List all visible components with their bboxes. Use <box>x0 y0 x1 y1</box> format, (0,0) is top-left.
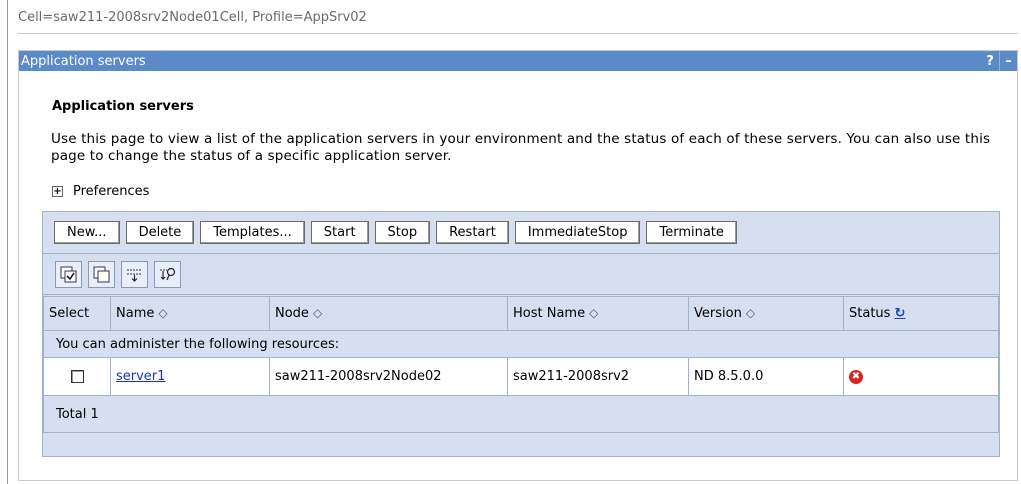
templates-button[interactable]: Templates... <box>200 221 305 244</box>
collection-panel: New... Delete Templates... Start Stop Re… <box>42 211 1000 457</box>
expand-icon[interactable]: + <box>52 186 63 197</box>
sort-icon[interactable]: ◇ <box>158 306 167 320</box>
table-row: server1 saw211-2008srv2Node02 saw211-200… <box>43 357 999 396</box>
server-link[interactable]: server1 <box>116 369 165 384</box>
divider <box>18 33 1018 34</box>
stop-button[interactable]: Stop <box>374 221 431 244</box>
frame-border <box>7 0 8 484</box>
select-cell <box>43 357 111 396</box>
immediate-stop-button[interactable]: ImmediateStop <box>514 221 641 244</box>
new-button[interactable]: New... <box>54 221 120 244</box>
sort-icon[interactable]: ◇ <box>589 306 598 320</box>
name-cell: server1 <box>110 357 270 396</box>
deselect-all-icon[interactable] <box>88 261 115 288</box>
start-button[interactable]: Start <box>310 221 369 244</box>
page-description: Use this page to view a list of the appl… <box>51 131 991 164</box>
help-icon[interactable]: ? <box>981 51 999 71</box>
show-filter-icon[interactable] <box>121 261 148 288</box>
breadcrumb: Cell=saw211-2008srv2Node01Cell, Profile=… <box>18 10 367 25</box>
column-header-name[interactable]: Name ◇ <box>110 296 270 331</box>
preferences-label[interactable]: Preferences <box>73 184 149 199</box>
row-checkbox[interactable] <box>70 370 84 383</box>
node-cell: saw211-2008srv2Node02 <box>269 357 508 396</box>
preferences-toggle[interactable]: + Preferences <box>52 184 149 199</box>
table-message-row: You can administer the following resourc… <box>43 330 999 358</box>
status-cell: ✖ <box>843 357 999 396</box>
sort-icon[interactable]: ◇ <box>746 306 755 320</box>
page-title: Application servers <box>52 99 194 114</box>
icon-toolbar <box>43 255 999 295</box>
host-cell: saw211-2008srv2 <box>507 357 689 396</box>
table-footer-row: Total 1 <box>43 395 999 433</box>
restart-button[interactable]: Restart <box>436 221 509 244</box>
column-header-node[interactable]: Node ◇ <box>269 296 508 331</box>
button-toolbar: New... Delete Templates... Start Stop Re… <box>43 212 999 254</box>
select-all-icon[interactable] <box>55 261 82 288</box>
stopped-status-icon: ✖ <box>849 369 863 384</box>
servers-table: Select Name ◇ Node ◇ Host Name ◇ Version ◇ S… <box>43 296 999 433</box>
column-header-select: Select <box>43 296 111 331</box>
table-message: You can administer the following resourc… <box>43 330 999 358</box>
portlet-title: Application servers <box>21 53 146 69</box>
table-header-row: Select Name ◇ Node ◇ Host Name ◇ Version ◇ S… <box>43 296 999 331</box>
delete-button[interactable]: Delete <box>125 221 195 244</box>
table-total: Total 1 <box>43 395 999 433</box>
version-cell: ND 8.5.0.0 <box>688 357 844 396</box>
portlet-titlebar: Application servers ? – <box>19 51 1017 71</box>
minimize-icon[interactable]: – <box>999 51 1017 71</box>
clear-filter-icon[interactable] <box>154 261 181 288</box>
terminate-button[interactable]: Terminate <box>646 221 737 244</box>
sort-icon[interactable]: ◇ <box>313 306 322 320</box>
portlet: Application servers ? – Application serv… <box>18 50 1018 481</box>
column-header-host-name[interactable]: Host Name ◇ <box>507 296 689 331</box>
column-header-status[interactable]: Status ↻ <box>843 296 999 331</box>
refresh-icon[interactable]: ↻ <box>894 306 905 321</box>
column-header-version[interactable]: Version ◇ <box>688 296 844 331</box>
